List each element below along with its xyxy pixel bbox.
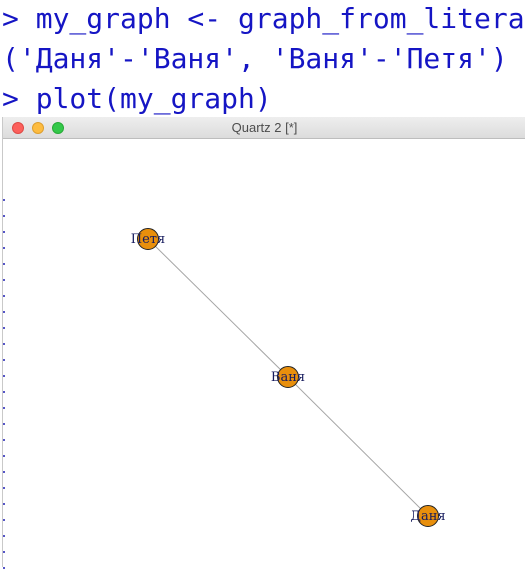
graph-node-label: Петя [131,232,165,247]
console-line-2: ('Даня'-'Ваня', 'Ваня'-'Петя') [2,42,508,75]
graph-plot: Петя Ваня Даня [131,228,446,527]
console-line-3: > plot(my_graph) [2,82,272,115]
console-line-1: > my_graph <- graph_from_literal [2,2,525,35]
graph-node-label: Даня [410,509,445,524]
graph-node-label: Ваня [271,370,305,385]
r-console: > my_graph <- graph_from_literal ('Даня'… [0,0,525,117]
window-titlebar[interactable]: Quartz 2 [*] [3,117,525,139]
quartz-window: Quartz 2 [*] Петя Ваня Даня [2,117,525,579]
graph-edge [147,238,289,378]
plot-area: Петя Ваня Даня [3,139,525,579]
graph-edge [287,376,429,517]
window-title: Quartz 2 [*] [231,120,298,135]
